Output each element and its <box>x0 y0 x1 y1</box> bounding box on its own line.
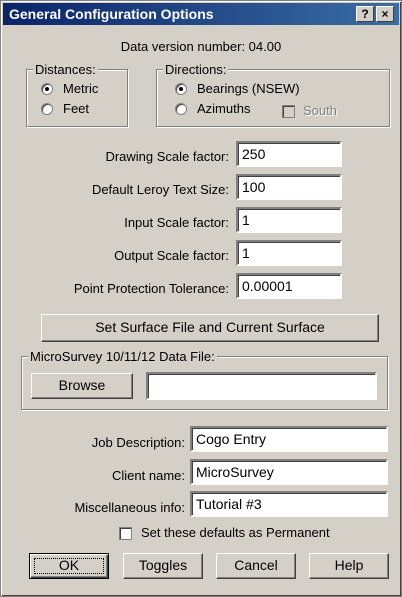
focus-rect <box>34 558 104 574</box>
permanent-checkbox[interactable] <box>119 527 132 540</box>
distances-group <box>26 69 128 127</box>
input-scale-label: Input Scale factor: <box>124 215 229 230</box>
distances-legend: Distances: <box>33 62 98 77</box>
help-icon[interactable]: ? <box>356 6 374 22</box>
toggles-button[interactable]: Toggles <box>123 553 203 579</box>
misc-info-label: Miscellaneous info: <box>74 500 185 515</box>
input-scale-input[interactable]: 1 <box>236 207 342 233</box>
bearings-radio[interactable] <box>175 83 187 95</box>
data-file-path-input[interactable] <box>146 372 377 400</box>
general-config-dialog: General Configuration Options ? × Data v… <box>0 0 402 597</box>
leroy-text-size-input[interactable]: 100 <box>236 174 342 200</box>
job-description-label: Job Description: <box>91 435 185 450</box>
south-label: South <box>303 103 337 118</box>
cancel-button[interactable]: Cancel <box>216 553 296 579</box>
directions-group <box>156 69 390 127</box>
set-surface-button[interactable]: Set Surface File and Current Surface <box>41 314 379 342</box>
metric-label[interactable]: Metric <box>63 81 98 96</box>
client-name-label: Client name: <box>112 468 185 483</box>
data-version-label: Data version number: 04.00 <box>120 39 282 54</box>
close-icon[interactable]: × <box>376 6 394 22</box>
misc-info-input[interactable]: Tutorial #3 <box>190 491 388 517</box>
help-button[interactable]: Help <box>309 553 389 579</box>
azimuths-label[interactable]: Azimuths <box>197 101 250 116</box>
feet-label[interactable]: Feet <box>63 101 89 116</box>
directions-legend: Directions: <box>163 62 229 77</box>
job-description-input[interactable]: Cogo Entry <box>190 426 388 452</box>
leroy-text-size-label: Default Leroy Text Size: <box>91 182 229 197</box>
title-bar[interactable]: General Configuration Options ? × <box>3 3 399 25</box>
output-scale-input[interactable]: 1 <box>236 240 342 266</box>
client-name-input[interactable]: MicroSurvey <box>190 459 388 485</box>
bearings-label[interactable]: Bearings (NSEW) <box>197 81 300 96</box>
browse-button[interactable]: Browse <box>31 373 133 399</box>
point-tolerance-input[interactable]: 0.00001 <box>236 273 342 299</box>
azimuths-radio[interactable] <box>175 103 187 115</box>
feet-radio[interactable] <box>41 103 53 115</box>
drawing-scale-input[interactable]: 250 <box>236 141 342 167</box>
metric-radio[interactable] <box>41 83 53 95</box>
microsurvey-file-legend: MicroSurvey 10/11/12 Data File: <box>28 349 217 364</box>
permanent-label[interactable]: Set these defaults as Permanent <box>141 525 330 540</box>
window-title: General Configuration Options <box>9 6 214 22</box>
ok-button[interactable]: OK <box>29 553 109 579</box>
point-tolerance-label: Point Protection Tolerance: <box>73 281 229 296</box>
south-checkbox[interactable] <box>282 105 295 118</box>
output-scale-label: Output Scale factor: <box>114 248 229 263</box>
drawing-scale-label: Drawing Scale factor: <box>105 149 229 164</box>
